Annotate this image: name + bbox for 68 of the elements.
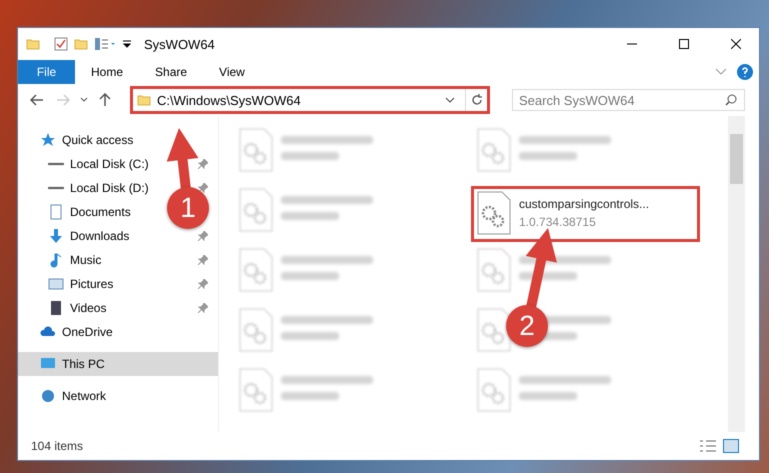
details-view-icon[interactable] [699,439,717,453]
blurred-text-bar [281,392,339,400]
help-icon[interactable] [737,64,753,80]
large-icons-view-icon[interactable] [723,439,739,453]
search-icon [725,94,737,106]
blurred-text-bar [519,392,577,400]
pin-icon [198,303,208,313]
folder-icon [137,93,151,107]
drive-icon [48,161,64,167]
ribbon-tab[interactable]: View [203,60,261,84]
file-item[interactable]: customparsingcontrols... 1.0.734.38715 [471,186,700,242]
item-count: 104 items [31,439,84,453]
dropdown-icon [122,39,132,49]
ribbon-tab[interactable]: File [18,60,75,84]
chevron-down-icon[interactable] [445,97,455,103]
file-icon [477,128,511,172]
sidebar-item[interactable]: Quick access [18,128,218,152]
ribbon-tab[interactable]: Home [75,60,140,84]
blurred-text-bar [281,332,339,340]
properties-icon [94,37,116,51]
window-title: SysWOW64 [144,36,216,52]
drive-icon [48,185,64,191]
file-gear-icon [477,191,511,235]
file-icon [477,248,511,292]
pin-icon [198,231,208,241]
refresh-icon [470,94,482,106]
up-arrow-icon [99,93,111,107]
checklist-icon [54,37,68,51]
blurred-text-bar [281,272,339,280]
back-arrow-icon [30,94,44,106]
address-field[interactable]: C:\Windows\SysWOW64 [130,86,490,114]
file-icon [477,308,511,352]
ribbon-tab[interactable]: Share [139,60,204,84]
pin-icon [198,183,208,193]
scrollbar[interactable] [728,116,745,432]
document-icon [48,204,64,220]
folder-icon [74,37,88,51]
sidebar-item[interactable]: This PC [18,352,218,376]
folder-icon [26,37,40,51]
blurred-text-bar [281,152,339,160]
forward-arrow-icon [56,94,70,106]
pin-icon [198,279,208,289]
maximize-icon [679,39,689,49]
file-icon [239,368,273,412]
chevron-down-icon [80,97,88,103]
sidebar-item[interactable]: OneDrive [18,320,218,344]
sidebar-item[interactable]: Local Disk (C:) [18,152,218,176]
sidebar-item[interactable]: Network [18,384,218,408]
pin-icon [198,255,208,265]
file-icon [239,248,273,292]
sidebar-item[interactable]: Pictures [18,272,218,296]
close-icon [731,39,741,49]
sidebar-item[interactable]: Videos [18,296,218,320]
file-icon [239,308,273,352]
sidebar-item[interactable]: Music [18,248,218,272]
star-icon [40,132,56,148]
picture-icon [48,276,64,292]
pin-icon [198,159,208,169]
file-icon [477,368,511,412]
download-icon [48,228,64,244]
film-icon [48,300,64,316]
search-field[interactable]: Search SysWOW64 [512,89,745,111]
blurred-text-bar [281,212,339,220]
file-icon [239,188,273,232]
file-icon [239,128,273,172]
sidebar-item[interactable]: Documents [18,200,131,224]
blurred-text-bar [519,152,577,160]
music-note-icon [48,252,64,268]
